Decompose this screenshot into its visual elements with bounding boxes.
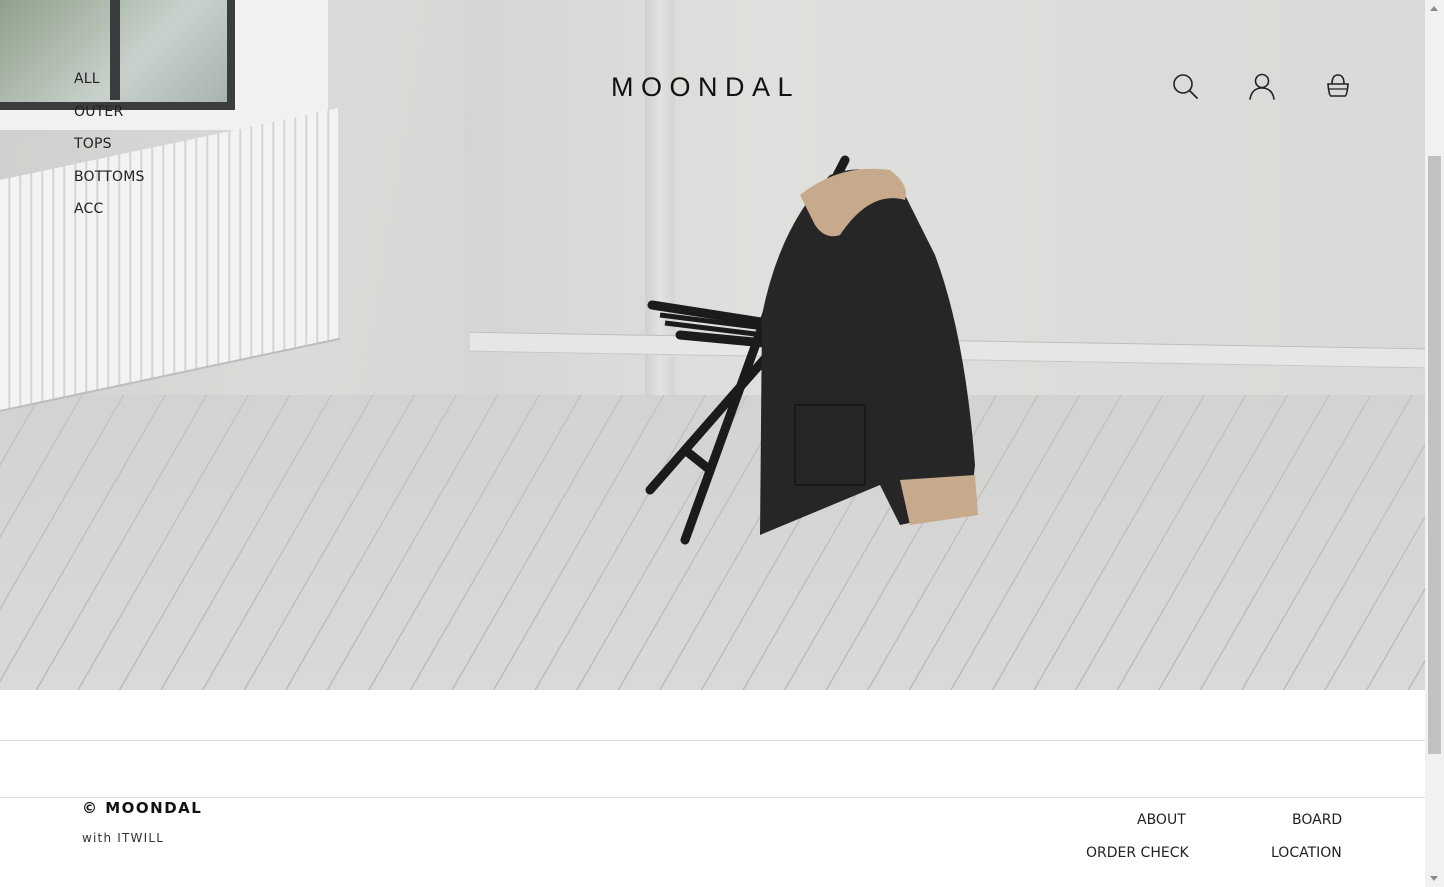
- footer-copyright: © MOONDAL: [82, 799, 203, 817]
- footer-credit: with ITWILL: [82, 831, 165, 845]
- scrollbar-thumb[interactable]: [1428, 156, 1441, 754]
- cart-button[interactable]: [1323, 72, 1353, 102]
- footer-link-order-check[interactable]: ORDER CHECK: [1086, 845, 1189, 861]
- footer-link-location[interactable]: LOCATION: [1271, 845, 1342, 861]
- brand-logo[interactable]: MOONDAL: [611, 72, 800, 103]
- category-item-all[interactable]: ALL: [74, 70, 145, 103]
- hero-image: [0, 0, 1425, 690]
- footer-divider: [0, 797, 1425, 798]
- user-icon: [1249, 73, 1275, 100]
- window: [0, 0, 328, 130]
- footer-link-board[interactable]: BOARD: [1292, 812, 1342, 828]
- scroll-down-icon[interactable]: [1430, 876, 1438, 881]
- category-item-bottoms[interactable]: BOTTOMS: [74, 168, 145, 201]
- category-item-tops[interactable]: TOPS: [74, 135, 145, 168]
- footer-link-about[interactable]: ABOUT: [1137, 812, 1186, 828]
- shopping-bag-icon: [1327, 74, 1349, 97]
- search-icon: [1173, 74, 1198, 99]
- scroll-up-icon[interactable]: [1430, 6, 1438, 11]
- page-scrollbar[interactable]: [1425, 0, 1444, 887]
- category-item-outer[interactable]: OUTER: [74, 103, 145, 136]
- account-button[interactable]: [1247, 72, 1277, 102]
- category-nav: ALL OUTER TOPS BOTTOMS ACC: [74, 70, 145, 233]
- shearling-jacket: [760, 168, 978, 535]
- search-button[interactable]: [1171, 72, 1201, 102]
- category-item-acc[interactable]: ACC: [74, 200, 145, 233]
- section-divider: [0, 740, 1425, 741]
